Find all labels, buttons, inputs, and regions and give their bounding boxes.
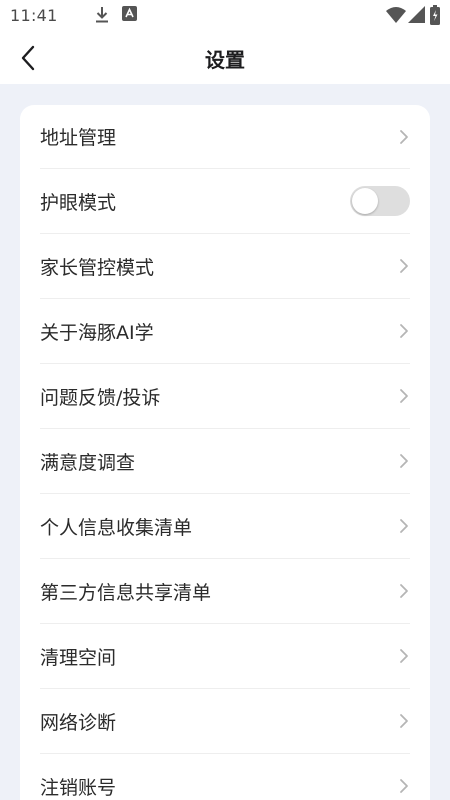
wifi-icon — [386, 7, 406, 23]
battery-icon — [430, 5, 440, 25]
settings-item-feedback[interactable]: 问题反馈/投诉 — [40, 364, 410, 429]
settings-item-delete-account[interactable]: 注销账号 — [40, 754, 410, 800]
settings-item-label: 问题反馈/投诉 — [40, 386, 161, 409]
chevron-right-icon — [400, 714, 408, 728]
download-icon — [96, 7, 108, 23]
chevron-right-icon — [400, 454, 408, 468]
settings-item-label: 清理空间 — [40, 646, 117, 669]
eye-protection-toggle[interactable] — [350, 186, 410, 216]
settings-item-label: 第三方信息共享清单 — [40, 581, 212, 604]
settings-item-label: 注销账号 — [40, 776, 117, 799]
chevron-right-icon — [400, 584, 408, 598]
chevron-right-icon — [400, 129, 408, 144]
settings-item-satisfaction-survey[interactable]: 满意度调查 — [40, 429, 410, 494]
chevron-right-icon — [400, 389, 408, 403]
settings-item-parental-control[interactable]: 家长管控模式 — [40, 234, 410, 299]
settings-item-label: 护眼模式 — [40, 191, 117, 214]
settings-item-clear-storage[interactable]: 清理空间 — [40, 624, 410, 689]
settings-item-label: 网络诊断 — [40, 711, 117, 734]
status-time: 11:41 — [10, 6, 58, 25]
chevron-right-icon — [400, 324, 408, 338]
app-badge-icon — [122, 6, 137, 21]
settings-item-label: 关于海豚AI学 — [40, 321, 154, 344]
title-bar: 设置 — [0, 32, 450, 84]
settings-item-label: 个人信息收集清单 — [40, 516, 193, 539]
settings-screen: 11:41 设置 地址管理 护眼模式 家长管控模式 关于海豚AI学 问题反馈/投… — [0, 0, 450, 800]
settings-item-label: 地址管理 — [40, 127, 117, 149]
chevron-right-icon — [400, 779, 408, 793]
settings-item-label: 满意度调查 — [40, 451, 136, 474]
chevron-right-icon — [400, 649, 408, 663]
chevron-right-icon — [400, 519, 408, 533]
settings-item-third-party-sharing[interactable]: 第三方信息共享清单 — [40, 559, 410, 624]
settings-item-about[interactable]: 关于海豚AI学 — [40, 299, 410, 364]
settings-item-label: 家长管控模式 — [40, 256, 155, 279]
status-bar: 11:41 — [0, 0, 450, 32]
signal-icon — [408, 6, 425, 23]
settings-item-personal-info-list[interactable]: 个人信息收集清单 — [40, 494, 410, 559]
chevron-right-icon — [400, 259, 408, 273]
settings-item-eye-protection: 护眼模式 — [40, 169, 410, 234]
page-title: 设置 — [205, 48, 245, 72]
settings-item-network-diagnosis[interactable]: 网络诊断 — [40, 689, 410, 754]
toggle-knob — [352, 188, 378, 214]
settings-item-address[interactable]: 地址管理 — [40, 105, 410, 169]
settings-list: 地址管理 护眼模式 家长管控模式 关于海豚AI学 问题反馈/投诉 满意度调查 个 — [20, 105, 430, 800]
